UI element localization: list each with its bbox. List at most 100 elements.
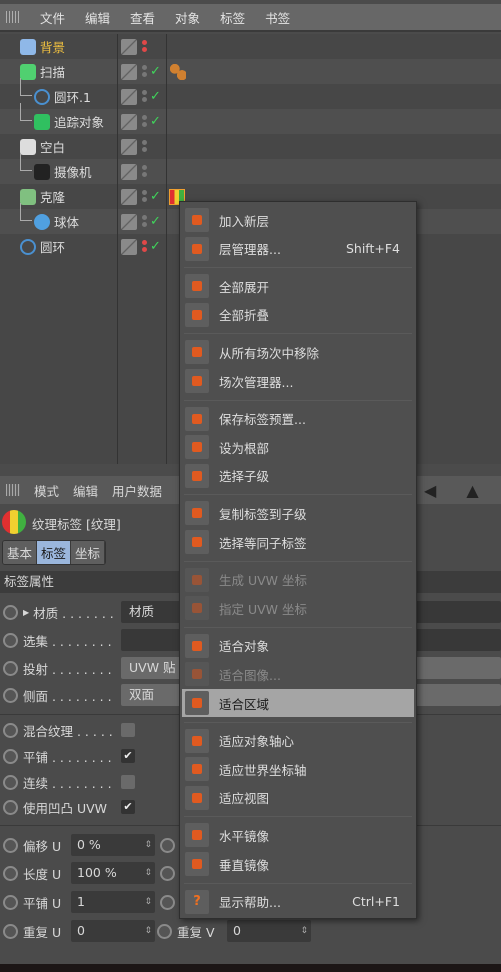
tab-basic[interactable]: 基本 — [3, 541, 38, 564]
seamless-checkbox[interactable] — [121, 775, 135, 789]
menu-view[interactable]: 查看 — [130, 8, 155, 27]
layer-icon[interactable] — [121, 188, 137, 205]
anim-radio[interactable] — [3, 865, 18, 881]
object-name[interactable]: 克隆 — [40, 187, 65, 206]
visibility-dots[interactable] — [142, 64, 148, 80]
visibility-dots[interactable] — [142, 39, 148, 55]
back-arrow-icon[interactable]: ◀ — [424, 481, 436, 500]
menu-object[interactable]: 对象 — [175, 8, 200, 27]
anim-radio[interactable] — [3, 604, 18, 620]
layer-icon[interactable] — [121, 113, 137, 130]
anim-radio[interactable] — [3, 894, 18, 910]
object-name[interactable]: 球体 — [54, 212, 79, 231]
menu-item-layer-manager[interactable]: 层管理器... Shift+F4 — [182, 235, 414, 263]
menu-item-fit-object-axis[interactable]: 适应对象轴心 — [182, 727, 414, 755]
layer-icon[interactable] — [121, 88, 137, 105]
tiles-u-input[interactable]: 1 — [71, 891, 155, 913]
repeat-v-input[interactable]: 0 — [227, 920, 311, 942]
blend-checkbox[interactable] — [121, 723, 135, 737]
anim-radio[interactable] — [3, 774, 18, 790]
visibility-dots[interactable] — [142, 164, 148, 180]
menu-item-copy-tag[interactable]: 复制标签到子级 — [182, 499, 414, 527]
anim-radio[interactable] — [3, 837, 18, 853]
object-name[interactable]: 追踪对象 — [54, 112, 104, 131]
anim-radio[interactable] — [3, 799, 18, 815]
menu-edit[interactable]: 编辑 — [85, 8, 110, 27]
tab-tag[interactable]: 标签 — [37, 541, 72, 564]
menu-item-collapse-all[interactable]: 全部折叠 — [182, 301, 414, 329]
object-name[interactable]: 摄像机 — [54, 162, 92, 181]
layer-icon[interactable] — [121, 238, 137, 255]
menu-item-fit-world-axis[interactable]: 适应世界坐标轴 — [182, 755, 414, 783]
grip-icon[interactable] — [6, 11, 20, 23]
menu-file[interactable]: 文件 — [40, 8, 65, 27]
anim-radio[interactable] — [3, 722, 18, 738]
layer-icon[interactable] — [121, 63, 137, 80]
visibility-dots[interactable] — [142, 214, 148, 230]
menu-bookmarks[interactable]: 书签 — [265, 8, 290, 27]
check-icon[interactable]: ✓ — [150, 64, 161, 79]
up-arrow-icon[interactable]: ▲ — [466, 481, 478, 500]
menu-item-expand-all[interactable]: 全部展开 — [182, 272, 414, 300]
object-name[interactable]: 圆环.1 — [54, 87, 91, 106]
menu-item-help[interactable]: ? 显示帮助... Ctrl+F1 — [182, 888, 414, 916]
layer-icon[interactable] — [121, 38, 137, 55]
visibility-dots[interactable] — [142, 114, 148, 130]
layer-icon[interactable] — [121, 163, 137, 180]
bump-checkbox[interactable]: ✔ — [121, 800, 135, 814]
menu-item-mirror-h[interactable]: 水平镜像 — [182, 821, 414, 849]
layer-icon[interactable] — [121, 138, 137, 155]
anim-radio[interactable] — [3, 748, 18, 764]
anim-radio[interactable] — [3, 687, 18, 703]
visibility-dots[interactable] — [142, 89, 148, 105]
tile-checkbox[interactable]: ✔ — [121, 749, 135, 763]
tag-icon[interactable] — [170, 63, 186, 80]
menu-user-data[interactable]: 用户数据 — [112, 481, 162, 500]
tab-coordinates[interactable]: 坐标 — [71, 541, 106, 564]
menu-mode[interactable]: 模式 — [34, 481, 59, 500]
menu-item-take-manager[interactable]: 场次管理器... — [182, 367, 414, 395]
anim-radio[interactable] — [157, 923, 172, 939]
anim-radio[interactable] — [160, 895, 175, 910]
layer-icon[interactable] — [121, 213, 137, 230]
repeat-u-input[interactable]: 0 — [71, 920, 155, 942]
object-row[interactable]: 追踪对象 ✓ — [0, 109, 501, 134]
anim-radio[interactable] — [3, 923, 18, 939]
check-icon[interactable]: ✓ — [150, 239, 161, 254]
anim-radio[interactable] — [3, 632, 18, 648]
menu-item-remove-takes[interactable]: 从所有场次中移除 — [182, 338, 414, 366]
length-u-input[interactable]: 100 % — [71, 862, 155, 884]
anim-radio[interactable] — [3, 660, 18, 676]
menu-item-mirror-v[interactable]: 垂直镜像 — [182, 850, 414, 878]
object-name[interactable]: 空白 — [40, 137, 65, 156]
visibility-dots[interactable] — [142, 239, 148, 255]
object-row[interactable]: 扫描 ✓ — [0, 59, 501, 84]
check-icon[interactable]: ✓ — [150, 189, 161, 204]
menu-item-select-identical[interactable]: 选择等同子标签 — [182, 528, 414, 556]
object-row[interactable]: 空白 — [0, 134, 501, 159]
check-icon[interactable]: ✓ — [150, 214, 161, 229]
offset-u-input[interactable]: 0 % — [71, 834, 155, 856]
visibility-dots[interactable] — [142, 189, 148, 205]
object-name[interactable]: 背景 — [40, 37, 65, 56]
menu-item-layer-add[interactable]: 加入新层 — [182, 206, 414, 234]
anim-radio[interactable] — [160, 838, 175, 853]
grip-icon[interactable] — [6, 484, 20, 496]
object-row[interactable]: 圆环.1 ✓ — [0, 84, 501, 109]
menu-item-select-children[interactable]: 选择子级 — [182, 462, 414, 490]
menu-item-fit-object[interactable]: 适合对象 — [182, 632, 414, 660]
check-icon[interactable]: ✓ — [150, 114, 161, 129]
menu-item-fit-view[interactable]: 适应视图 — [182, 784, 414, 812]
object-row[interactable]: 背景 — [0, 34, 501, 59]
menu-item-fit-region[interactable]: 适合区域 — [182, 689, 414, 717]
menu-edit[interactable]: 编辑 — [73, 481, 98, 500]
menu-tags[interactable]: 标签 — [220, 8, 245, 27]
menu-item-save-preset[interactable]: 保存标签预置... — [182, 405, 414, 433]
object-name[interactable]: 圆环 — [40, 237, 65, 256]
check-icon[interactable]: ✓ — [150, 89, 161, 104]
menu-item-set-root[interactable]: 设为根部 — [182, 433, 414, 461]
visibility-dots[interactable] — [142, 139, 148, 155]
object-name[interactable]: 扫描 — [40, 62, 65, 81]
object-row[interactable]: 摄像机 — [0, 159, 501, 184]
anim-radio[interactable] — [160, 866, 175, 881]
